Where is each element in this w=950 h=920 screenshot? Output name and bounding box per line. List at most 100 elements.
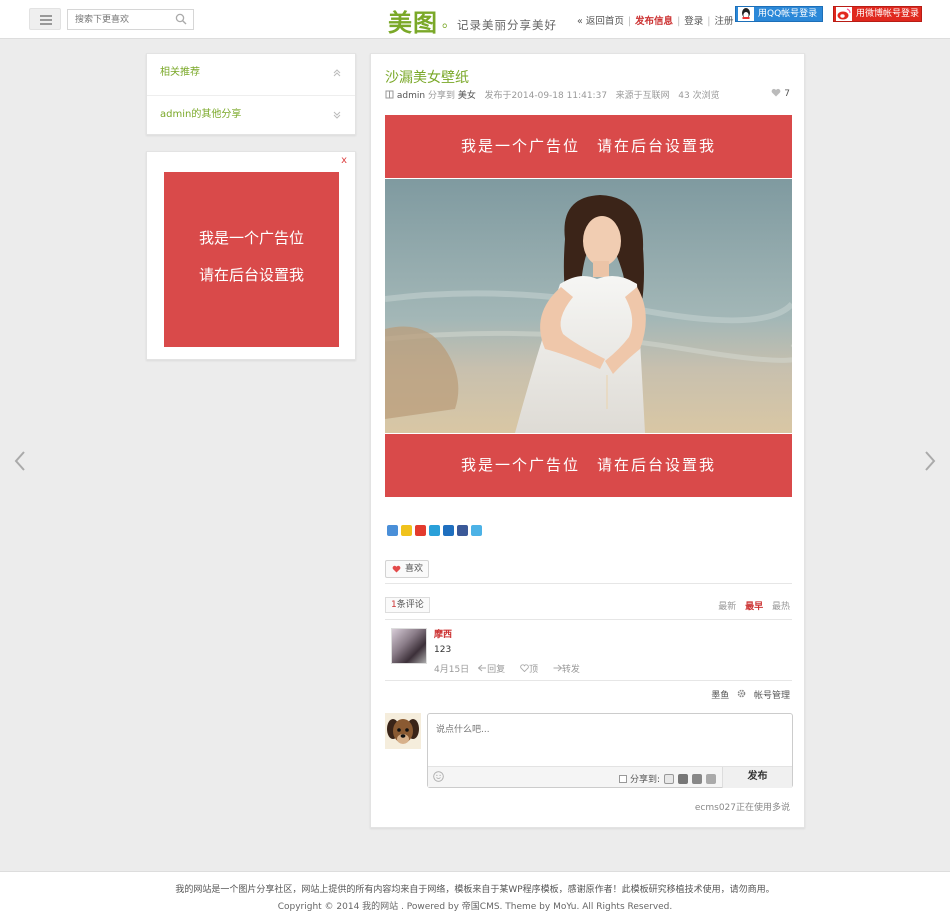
comment-forward-label: 转发 [561,665,580,675]
nav-login-link[interactable]: 登录 [684,16,703,27]
post-photo[interactable] [385,179,792,433]
comment-text: 123 [434,645,452,655]
editor-toolbar: 分享到: 发布 [428,766,792,788]
sidebar-ad[interactable]: 我是一个广告位 请在后台设置我 [164,172,339,347]
nav-publish-link[interactable]: 发布信息 [635,16,673,27]
chevron-up-icon [333,69,341,77]
post-published: 发布于2014-09-18 11:41:37 [484,91,608,101]
top-ad-banner[interactable]: 我是一个广告位 请在后台设置我 [385,115,792,178]
page-footer: 我的网站是一个图片分享社区，网站上提供的所有内容均来自于网络，模板来自于某WP程… [0,871,950,920]
logo-dot: 。 [442,15,456,31]
site-tagline: 记录美丽分享美好 [457,18,557,32]
comment-reply-label: 回复 [487,665,506,675]
share-facebook-icon[interactable] [457,525,468,536]
current-user-avatar[interactable] [385,713,421,749]
account-bar: 墨鱼 帐号管理 [706,688,790,701]
user-icon [385,90,394,99]
divider [385,680,792,681]
divider [385,619,792,620]
account-manage-label: 帐号管理 [753,691,790,701]
share-weibo-icon[interactable] [415,525,426,536]
related-panel: 相关推荐 admin的其他分享 [146,53,356,135]
share-douban-icon[interactable] [692,774,703,784]
ad-close-button[interactable]: x [341,155,347,166]
related-recommend-label: 相关推荐 [160,67,200,78]
duoshuo-powered[interactable]: ecms027正在使用多说 [695,800,790,813]
qq-login-button[interactable]: 用QQ帐号登录 [735,6,823,22]
post-views: 43 次浏览 [678,91,720,101]
divider [385,583,792,584]
comment-upvote[interactable]: 顶 [520,664,544,675]
comment-count-label: 条评论 [396,600,424,610]
publish-button[interactable]: 发布 [722,767,792,788]
heart-icon [772,88,781,97]
qq-login-label: 用QQ帐号登录 [758,9,818,19]
share-qq-icon[interactable] [678,774,689,784]
post-card: 沙漏美女壁纸 admin 分享到 美女 发布于2014-09-18 11:41:… [370,53,805,828]
commenter-avatar[interactable] [391,628,427,664]
footer-disclaimer: 我的网站是一个图片分享社区，网站上提供的所有内容均来自于网络，模板来自于某WP程… [175,885,775,895]
sort-latest[interactable]: 最新 [718,602,736,612]
share-weibo-icon[interactable] [664,774,675,784]
heart-icon [392,565,401,573]
top-header: 美图 。 记录美丽分享美好 « 返回首页|发布信息|登录|注册 用QQ帐号登录 … [0,0,950,39]
share-renren-icon[interactable] [443,525,454,536]
weibo-icon [836,7,852,21]
bottom-ad-banner[interactable]: 我是一个广告位 请在后台设置我 [385,434,792,497]
forward-icon [553,664,563,672]
comment-sort: 最新 最早 最热 [712,599,790,612]
likes-count: 7 [784,89,790,99]
weibo-login-label: 用微博帐号登录 [856,9,920,19]
post-source: 来源于互联网 [615,91,670,101]
comment-date: 4月15日 [434,665,470,675]
emoji-icon[interactable] [433,771,444,782]
sidebar-ad-panel: x 我是一个广告位 请在后台设置我 [146,151,356,360]
ad-line-2: 请在后台设置我 [198,266,304,284]
comment-editor: 分享到: 发布 [427,713,793,788]
search-icon[interactable] [175,13,187,25]
search-box[interactable] [67,9,194,30]
admin-shares-label: admin的其他分享 [160,109,242,120]
admin-shares-tab[interactable]: admin的其他分享 [147,95,355,136]
comment-forward[interactable]: 转发 [553,664,586,675]
menu-button[interactable] [29,8,61,30]
weibo-login-button[interactable]: 用微博帐号登录 [833,6,922,22]
sort-earliest[interactable]: 最早 [745,602,763,612]
share-renren-icon[interactable] [706,774,717,784]
prev-arrow-icon[interactable] [13,450,27,472]
gear-icon [737,689,746,698]
heart-icon [520,664,529,673]
search-input[interactable] [68,10,168,29]
like-button[interactable]: 喜欢 [385,560,429,578]
comment-input[interactable] [428,714,792,766]
account-username[interactable]: 墨鱼 [711,691,729,701]
post-meta: admin 分享到 美女 发布于2014-09-18 11:41:37 来源于互… [385,88,720,101]
share-to-label: 分享到: [630,775,661,785]
reply-icon [477,664,487,672]
commenter-name[interactable]: 摩西 [434,627,452,640]
qq-icon [738,7,754,21]
post-category[interactable]: 美女 [458,91,476,101]
nav-register-link[interactable]: 注册 [714,16,733,27]
site-logo[interactable]: 美图 [388,3,438,38]
ad-line-1: 我是一个广告位 [198,229,304,247]
likes-counter[interactable]: 7 [771,88,790,99]
share-to-options: 分享到: [619,772,717,785]
nav-home-link[interactable]: « 返回首页 [577,16,624,27]
account-manage-link[interactable]: 帐号管理 [737,689,790,701]
comment-upvote-label: 顶 [528,665,538,675]
share-tencent-icon[interactable] [429,525,440,536]
sort-hottest[interactable]: 最热 [772,602,790,612]
share-twitter-icon[interactable] [471,525,482,536]
share-more-icon[interactable] [387,525,398,536]
next-arrow-icon[interactable] [923,450,937,472]
share-qzone-icon[interactable] [401,525,412,536]
related-recommend-tab[interactable]: 相关推荐 [147,54,355,95]
post-author[interactable]: admin [397,91,425,101]
comment-actions: 4月15日 回复 顶 转发 [434,662,592,675]
comment-reply[interactable]: 回复 [477,664,511,675]
top-nav: « 返回首页 | 发布信息 | 登录 | 注册 [577,16,734,27]
share-icons [387,525,485,537]
share-checkbox[interactable] [619,775,627,783]
post-title: 沙漏美女壁纸 [385,70,469,86]
